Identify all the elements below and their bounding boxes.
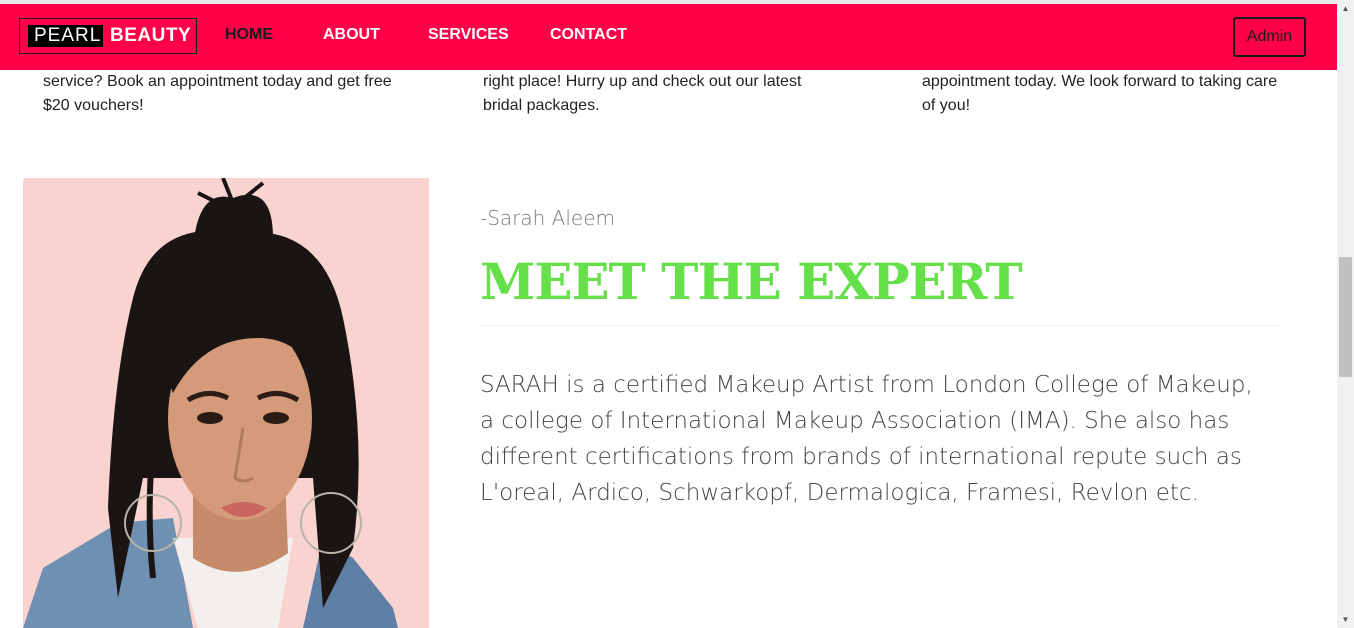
meet-expert-heading: MEET THE EXPERT bbox=[480, 252, 1023, 311]
service-card-text-2: right place! Hurry up and check out our … bbox=[483, 70, 801, 118]
expert-bio-line: a college of International Makeup Associ… bbox=[480, 408, 1230, 434]
navbar: PEARL BEAUTY HOME ABOUT SERVICES CONTACT… bbox=[0, 4, 1337, 70]
service-text-line: bridal packages. bbox=[483, 97, 600, 114]
expert-portrait-illustration bbox=[23, 178, 429, 628]
expert-bio-line: L'oreal, Ardico, Schwarkopf, Dermalogica… bbox=[480, 480, 1199, 506]
service-card-text-1: service? Book an appointment today and g… bbox=[43, 70, 392, 118]
brand-logo-pearl: PEARL bbox=[28, 25, 103, 47]
expert-bio-line: SARAH is a certified Makeup Artist from … bbox=[480, 372, 1253, 398]
scrollbar-thumb[interactable] bbox=[1339, 257, 1352, 377]
admin-button[interactable]: Admin bbox=[1233, 17, 1306, 57]
expert-bio: SARAH is a certified Makeup Artist from … bbox=[480, 367, 1290, 511]
expert-photo bbox=[23, 178, 429, 628]
expert-bio-line: different certifications from brands of … bbox=[480, 444, 1242, 470]
service-text-line: $20 vouchers! bbox=[43, 97, 144, 114]
section-divider bbox=[480, 325, 1280, 326]
scroll-down-arrow-icon[interactable]: ▼ bbox=[1337, 611, 1354, 628]
brand-logo[interactable]: PEARL BEAUTY bbox=[19, 18, 197, 54]
nav-about-link[interactable]: ABOUT bbox=[323, 26, 380, 44]
nav-services-link[interactable]: SERVICES bbox=[428, 26, 509, 44]
nav-home-link[interactable]: HOME bbox=[225, 26, 273, 44]
service-card-text-3: appointment today. We look forward to ta… bbox=[922, 70, 1277, 118]
service-text-line: appointment today. We look forward to ta… bbox=[922, 73, 1278, 90]
service-text-line: service? Book an appointment today and g… bbox=[43, 73, 392, 90]
service-text-line: of you! bbox=[922, 97, 971, 114]
page-scrollbar[interactable]: ▲ ▼ bbox=[1337, 0, 1354, 628]
service-text-line: right place! Hurry up and check out our … bbox=[483, 73, 802, 90]
scroll-up-arrow-icon[interactable]: ▲ bbox=[1337, 0, 1354, 17]
nav-contact-link[interactable]: CONTACT bbox=[550, 26, 627, 44]
brand-logo-beauty: BEAUTY bbox=[110, 25, 192, 46]
expert-quote-author: -Sarah Aleem bbox=[480, 206, 616, 230]
